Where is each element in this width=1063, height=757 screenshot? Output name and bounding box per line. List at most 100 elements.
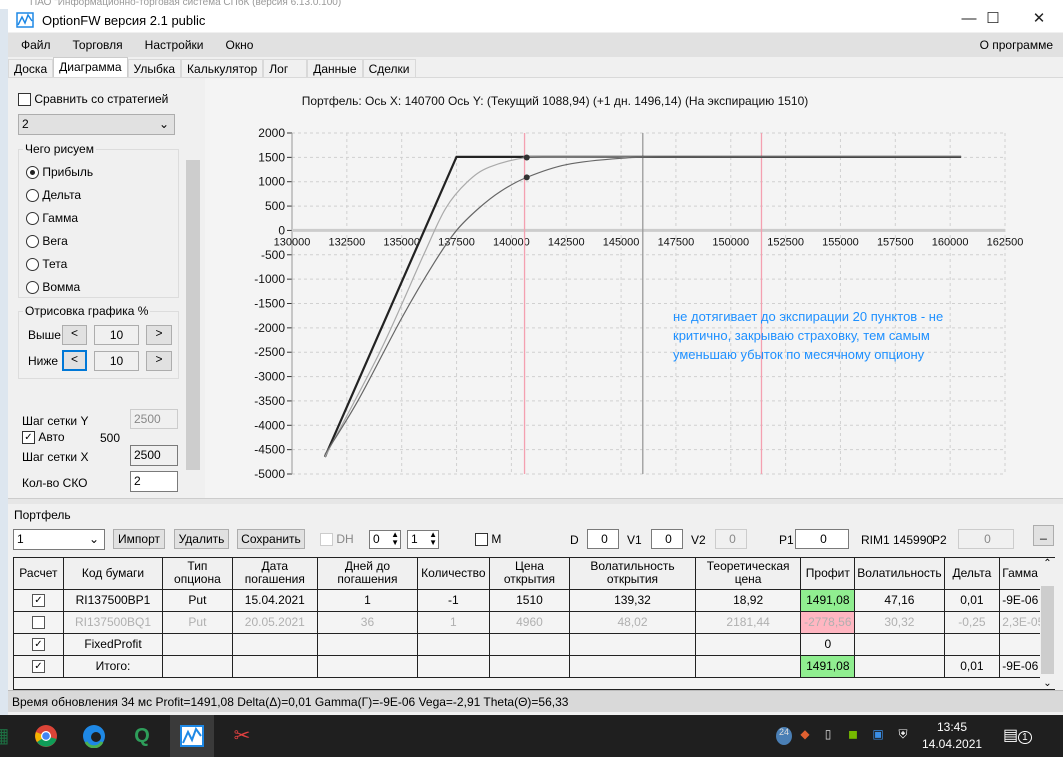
column-header[interactable]: Код бумаги [62, 558, 164, 590]
table-cell [416, 654, 490, 678]
tab-smile[interactable]: Улыбка [127, 59, 182, 77]
column-header[interactable]: Дней до погашения [317, 558, 418, 590]
column-header[interactable]: Количество [416, 558, 490, 590]
above-prev-button[interactable]: < [62, 325, 87, 345]
import-button[interactable]: Импорт [113, 529, 165, 549]
v1-input[interactable]: 0 [651, 529, 683, 549]
radio-vega[interactable]: Вега [26, 230, 93, 253]
chrome-icon[interactable] [28, 721, 64, 751]
p2-input[interactable]: 0 [958, 529, 1014, 549]
menu-about[interactable]: О программе [980, 38, 1053, 52]
column-header[interactable]: Цена открытия [488, 558, 571, 590]
strategy-select[interactable]: 2 ⌄ [18, 114, 175, 135]
nvidia-icon[interactable]: ◼ [845, 727, 861, 745]
below-value[interactable]: 10 [94, 351, 139, 371]
column-header[interactable]: Волатильность [854, 558, 945, 590]
scroll-down-icon[interactable]: ⌄ [1040, 678, 1055, 689]
checkbox[interactable]: ✓ [31, 638, 45, 652]
optionfw-taskbar-icon[interactable] [170, 715, 214, 757]
tray-app-icon[interactable]: ◆ [797, 727, 813, 745]
excel-icon[interactable]: ▦ [0, 721, 18, 751]
checkbox[interactable] [31, 616, 45, 630]
p1-input[interactable]: 0 [795, 529, 849, 549]
y-tick-label: -3000 [254, 370, 285, 384]
spin-2[interactable]: 1 ▲ ▼ [407, 530, 439, 549]
save-button[interactable]: Сохранить [237, 529, 305, 549]
column-header[interactable]: Дельта [943, 558, 1001, 590]
checkbox[interactable]: ✓ [31, 594, 45, 608]
radio-theta[interactable]: Тета [26, 253, 93, 276]
column-header[interactable]: Расчет [13, 558, 64, 590]
calc-checkbox[interactable]: ✓ [13, 588, 64, 612]
left-panel-scrollbar[interactable] [185, 78, 201, 498]
below-prev-button[interactable]: < [62, 350, 87, 371]
y-tick-label: -3500 [254, 394, 285, 408]
defender-icon[interactable]: ⛨ [895, 727, 911, 745]
tab-diagram[interactable]: Диаграмма [53, 57, 128, 77]
calc-checkbox[interactable] [13, 610, 64, 634]
grid-y-input[interactable]: 2500 [130, 409, 178, 429]
tab-data[interactable]: Данные [307, 59, 363, 77]
table-row[interactable]: ✓ FixedProfit 0 [13, 632, 1041, 656]
sko-input[interactable]: 2 [130, 471, 178, 492]
spinner-arrows-icon[interactable]: ▲ ▼ [391, 531, 399, 547]
grid-x-input[interactable]: 2500 [130, 445, 178, 466]
scrollbar-thumb[interactable] [186, 160, 200, 470]
radio-vomma[interactable]: Вомма [26, 276, 93, 299]
radio-delta[interactable]: Дельта [26, 184, 93, 207]
column-header[interactable]: Гамма [999, 558, 1041, 590]
tab-calculator[interactable]: Калькулятор [181, 59, 264, 77]
tray-device-icon[interactable]: ▯ [820, 727, 836, 745]
menu-file[interactable]: Файл [21, 38, 51, 52]
table-cell: FixedProfit [62, 632, 164, 656]
clock[interactable]: 13:45 14.04.2021 [922, 719, 982, 753]
table-row[interactable]: RI137500BQ1 Put 20.05.2021 36 1 4960 48,02 2181… [13, 610, 1041, 634]
above-next-button[interactable]: > [146, 325, 172, 345]
qlik-icon[interactable]: Q [124, 721, 160, 751]
compare-strategy-checkbox[interactable]: Сравнить со стратегией [18, 92, 168, 107]
tab-deals[interactable]: Сделки [362, 59, 416, 77]
menu-window[interactable]: Окно [226, 38, 254, 52]
column-header[interactable]: Дата погашения [231, 558, 319, 590]
close-button[interactable]: ✕ [1016, 8, 1062, 32]
column-header[interactable]: Волатильность открытия [569, 558, 696, 590]
menu-trade[interactable]: Торговля [73, 38, 123, 52]
spin-1[interactable]: 0 ▲ ▼ [369, 530, 401, 549]
below-next-button[interactable]: > [146, 351, 172, 371]
tray-badge-icon[interactable]: 24 [776, 727, 792, 745]
spinner-arrows-icon[interactable]: ▲ ▼ [429, 531, 437, 547]
checkbox[interactable]: ✓ [31, 660, 45, 674]
tab-log[interactable]: Лог [263, 59, 308, 77]
scrollbar-thumb[interactable] [1041, 586, 1054, 674]
tab-board[interactable]: Доска [8, 59, 54, 77]
above-value[interactable]: 10 [94, 325, 139, 345]
portfolio-select[interactable]: 1 ⌄ [13, 529, 105, 550]
profit-chart[interactable]: 130000 132500 135000 137500 140000 142500 1450… [205, 78, 1063, 498]
edge-icon[interactable] [76, 721, 112, 751]
table-cell [162, 632, 233, 656]
v2-input[interactable]: 0 [715, 529, 747, 549]
app-icon[interactable]: ✂ [224, 721, 260, 751]
collapse-button[interactable]: _ [1033, 525, 1054, 546]
notifications-icon[interactable]: ▤ 1 [1003, 725, 1032, 745]
tray-network-icon[interactable]: ▣ [870, 727, 886, 745]
scroll-up-icon[interactable]: ⌃ [1040, 558, 1055, 569]
column-header[interactable]: Теоретическая цена [694, 558, 802, 590]
table-row[interactable]: ✓ RI137500BP1 Put 15.04.2021 1 -1 1510 139,32 18… [13, 588, 1041, 612]
m-checkbox[interactable]: M [475, 532, 501, 547]
column-header[interactable]: Профит [800, 558, 856, 590]
radio-profit[interactable]: Прибыль [26, 161, 93, 184]
calc-checkbox[interactable]: ✓ [13, 654, 64, 678]
column-header[interactable]: Тип опциона [162, 558, 233, 590]
calc-checkbox[interactable]: ✓ [13, 632, 64, 656]
radio-gamma[interactable]: Гамма [26, 207, 93, 230]
table-cell: 48,02 [569, 610, 696, 634]
table-row[interactable]: ✓ Итого: 1491,08 0,01 -9E-06 [13, 654, 1041, 678]
dh-checkbox[interactable]: DH [320, 532, 354, 547]
menu-settings[interactable]: Настройки [145, 38, 204, 52]
d-input[interactable]: 0 [587, 529, 619, 549]
maximize-button[interactable]: ☐ [970, 8, 1016, 32]
delete-button[interactable]: Удалить [174, 529, 229, 549]
auto-checkbox[interactable]: ✓ Авто [22, 430, 65, 445]
table-scrollbar[interactable]: ⌃ ⌄ [1040, 558, 1055, 689]
